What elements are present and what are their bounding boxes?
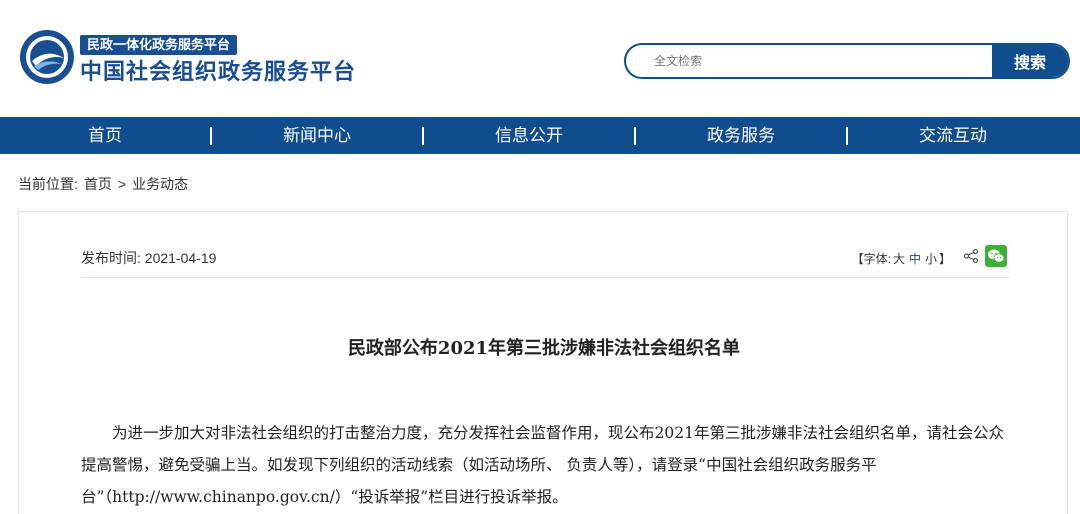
nav-item-home[interactable]: 首页 [0,117,210,154]
site-header: 民政一体化政务服务平台 中国社会组织政务服务平台 搜索 [0,0,1080,117]
publish-date: 2021-04-19 [144,250,217,266]
font-size-close: 】 [938,252,951,266]
article-title: 民政部公布2021年第三批涉嫌非法社会组织名单 [347,338,741,359]
breadcrumb-prefix: 当前位置: [18,176,78,192]
font-size-small[interactable]: 小 [925,250,937,267]
wechat-icon[interactable] [985,245,1007,267]
share-icon[interactable] [963,248,979,264]
font-size-open: 【字体: [851,252,891,266]
nav-item-news[interactable]: 新闻中心 [212,117,422,154]
site-title[interactable]: 中国社会组织政务服务平台 [80,58,356,86]
main-nav: 首页 新闻中心 信息公开 政务服务 交流互动 [0,117,1080,154]
font-size-medium[interactable]: 中 [909,250,921,267]
article-panel: 发布时间: 2021-04-19 【字体: 大 中 小 】 民政部公布2021年… [18,211,1068,514]
nav-item-services[interactable]: 政务服务 [636,117,846,154]
font-size-control: 【字体: 大 中 小 】 [852,250,951,267]
breadcrumb-home-link[interactable]: 首页 [84,174,112,194]
search-input[interactable] [626,45,994,77]
platform-badge: 民政一体化政务服务平台 [80,35,238,55]
logo-emblem-icon[interactable] [18,28,76,86]
article-body: 为进一步加大对非法社会组织的打击整治力度，充分发挥社会监督作用，现公布2021年… [81,424,1004,506]
nav-item-interaction[interactable]: 交流互动 [848,117,1058,154]
font-size-large[interactable]: 大 [893,250,905,267]
breadcrumb-current[interactable]: 业务动态 [132,174,188,194]
breadcrumb-separator: > [117,176,127,192]
search-button[interactable]: 搜索 [992,45,1068,77]
publish-label: 发布时间: [81,250,141,266]
article-meta: 发布时间: 2021-04-19 【字体: 大 中 小 】 [81,242,1009,278]
publish-time: 发布时间: 2021-04-19 [81,248,216,268]
breadcrumb: 当前位置: 首页 > 业务动态 [18,174,188,194]
nav-item-info[interactable]: 信息公开 [424,117,634,154]
search-box: 搜索 [624,43,1070,79]
